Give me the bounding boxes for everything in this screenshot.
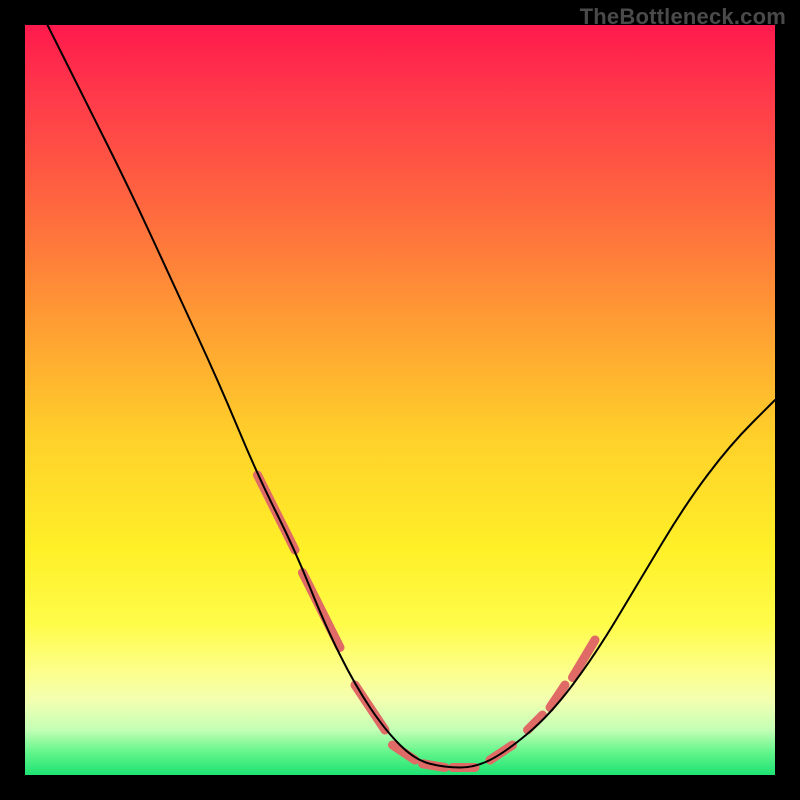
bottleneck-curve	[48, 25, 776, 768]
highlight-layer	[258, 475, 596, 768]
chart-frame: TheBottleneck.com	[0, 0, 800, 800]
chart-svg	[25, 25, 775, 775]
watermark-text: TheBottleneck.com	[580, 4, 786, 30]
plot-area	[25, 25, 775, 775]
